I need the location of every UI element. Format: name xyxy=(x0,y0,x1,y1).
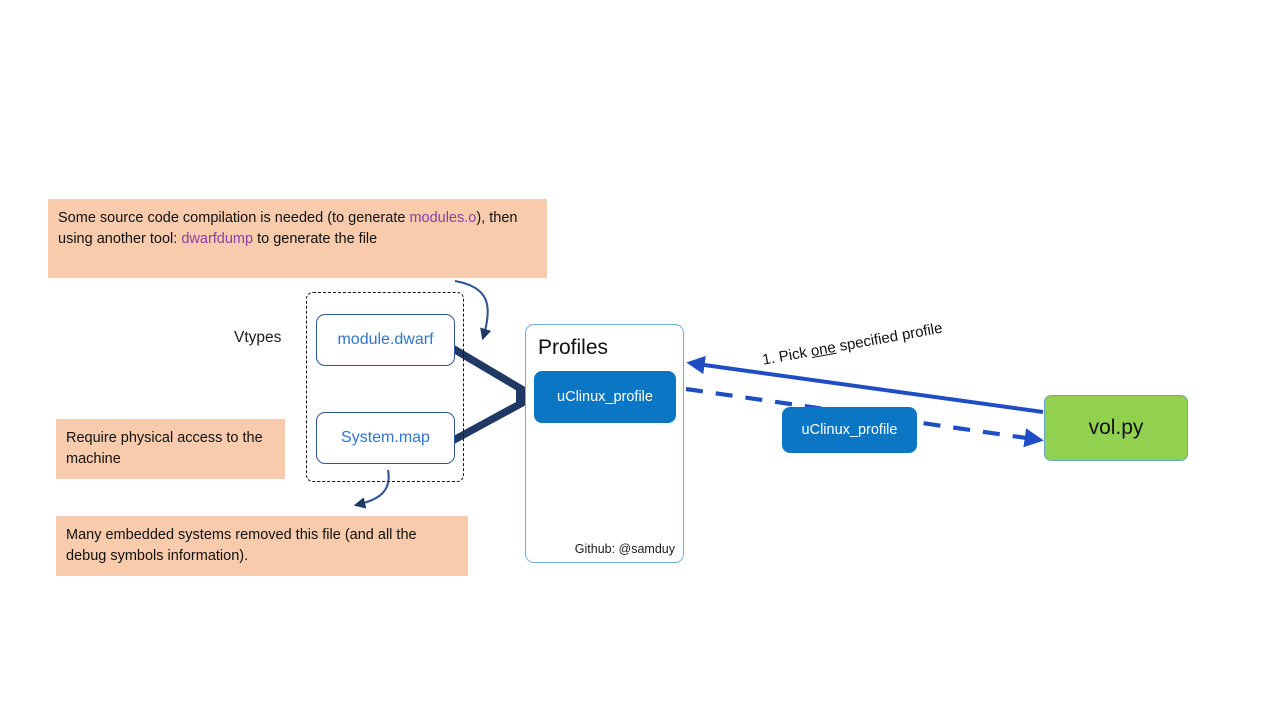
profile-chip-uclinux-in-panel[interactable]: uClinux_profile xyxy=(534,371,676,423)
profiles-panel-title: Profiles xyxy=(538,336,609,359)
note-physical-access-text: Require physical access to the machine xyxy=(66,430,263,468)
profile-chip-in-panel-label: uClinux_profile xyxy=(557,389,653,405)
note-compile-text-part3: to generate the file xyxy=(253,231,378,248)
file-box-module-dwarf[interactable]: module.dwarf xyxy=(316,314,455,366)
profile-chip-uclinux-selected[interactable]: uClinux_profile xyxy=(782,407,917,453)
tool-box-volpy[interactable]: vol.py xyxy=(1044,395,1188,461)
file-box-system-map-label: System.map xyxy=(341,429,430,446)
note-compile-accent-modules-o: modules.o xyxy=(409,210,477,226)
note-file-removed: Many embedded systems removed this file … xyxy=(56,516,468,576)
profiles-panel-footer: Github: @samduy xyxy=(574,542,675,556)
file-box-system-map[interactable]: System.map xyxy=(316,412,455,464)
note-physical-access: Require physical access to the machine xyxy=(56,419,285,479)
file-box-module-dwarf-label: module.dwarf xyxy=(337,331,434,348)
note-compile-text-part1: Some source code compilation is needed (… xyxy=(58,210,410,226)
note-compilation-needed: Some source code compilation is needed (… xyxy=(48,199,547,278)
arrow-pick-one-profile xyxy=(686,355,1044,414)
tool-box-volpy-label: vol.py xyxy=(1088,416,1144,439)
vtypes-label: Vtypes xyxy=(234,329,282,346)
note-file-removed-text: Many embedded systems removed this file … xyxy=(66,527,417,565)
diagram-canvas: Some source code compilation is needed (… xyxy=(0,0,1280,720)
note-compile-accent-dwarfdump: dwarfdump xyxy=(181,231,254,248)
profile-chip-selected-label: uClinux_profile xyxy=(801,422,898,438)
